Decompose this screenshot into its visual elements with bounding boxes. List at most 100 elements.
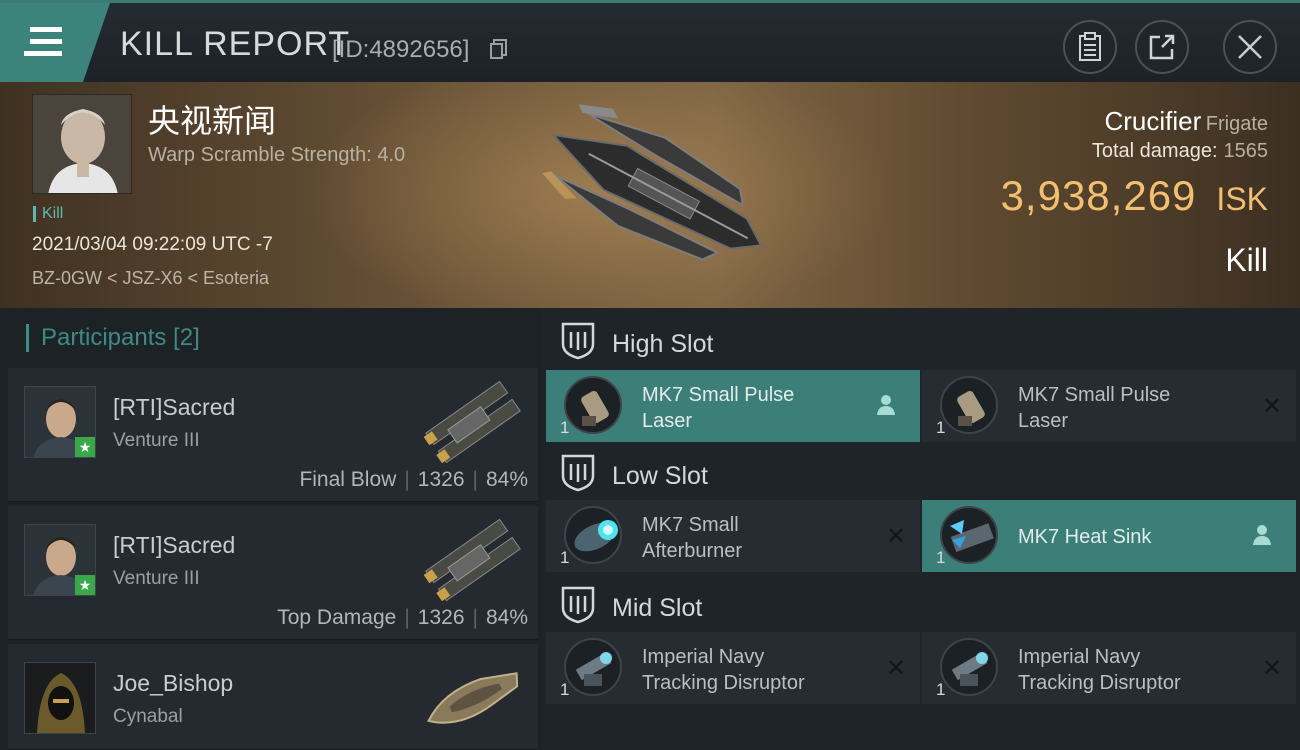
module-name: MK7 Small Pulse Laser [642,382,862,434]
fitting-panel: High Slot 1 MK7 Small Pulse Laser 1 MK7 … [542,308,1300,750]
module-item[interactable]: 1 MK7 Small Pulse Laser [546,370,920,442]
participant-row[interactable]: ★ [RTI]Sacred Venture III Final Blow | 132… [8,368,538,502]
module-quantity: 1 [560,548,570,567]
slot-icon [561,586,595,624]
heat-sink-icon [940,506,998,564]
low-slot-title: Low Slot [612,462,708,490]
participant-role: Top Damage [277,606,397,629]
module-name-line1: MK7 Small [642,514,739,536]
total-damage-value: 1565 [1223,140,1269,162]
afterburner-icon [564,506,622,564]
x-icon: ✕ [1261,655,1282,682]
module-item[interactable]: 1 MK7 Small Pulse Laser ✕ [922,370,1296,442]
close-icon [1238,35,1262,59]
participant-ship-image [427,672,519,724]
participant-percent: 84% [485,606,528,629]
avatar: ★ [24,386,96,458]
participant-stats: Final Blow | 1326 | 84% [299,468,528,491]
page-title: KILL REPORT [120,25,351,63]
participants-panel: Participants [2] ★ [RTI]Sacred Venture I… [0,308,542,750]
module-quantity: 1 [936,680,946,699]
module-quantity: 1 [936,418,946,437]
report-id: [ID:4892656] [332,36,470,63]
module-name: MK7 Small Afterburner [642,512,862,564]
person-icon [1253,525,1271,545]
menu-icon [24,27,62,56]
module-name: MK7 Small Pulse Laser [1018,382,1238,434]
participant-name: Joe_Bishop [113,670,234,696]
participant-ship: Venture III [113,430,200,451]
module-item[interactable]: 1 Imperial Navy Tracking Disruptor ✕ [922,632,1296,704]
participant-role: Final Blow [299,468,397,491]
victim-ship: Crucifier Frigate [1105,106,1269,137]
report-button[interactable] [1063,20,1117,74]
star-icon: ★ [75,437,95,457]
victim-ship-name: Crucifier [1104,106,1202,136]
share-button[interactable] [1135,20,1189,74]
mid-slot-title: Mid Slot [612,594,703,622]
clipboard-icon [1079,32,1101,61]
module-item[interactable]: 1 Imperial Navy Tracking Disruptor ✕ [546,632,920,704]
victim-portrait[interactable] [32,94,132,194]
victim-ship-image [542,104,763,261]
participant-ship: Venture III [113,568,200,589]
participants-title: Participants [2] [26,324,200,352]
participant-damage: 1326 [417,606,465,629]
avatar: ★ [24,524,96,596]
module-name-line2: Tracking Disruptor [642,672,805,694]
star-icon: ★ [75,575,95,595]
victim-name: 央视新闻 [148,103,277,139]
slot-icon [561,454,595,492]
laser-icon [564,376,622,434]
module-quantity: 1 [936,548,946,567]
kill-tag: Kill [33,206,63,222]
isk-unit: ISK [1216,181,1268,217]
module-name: MK7 Heat Sink [1018,524,1238,550]
tracking-disruptor-icon [564,638,622,696]
module-name-line2: Tracking Disruptor [1018,672,1181,694]
module-name-line2: Laser [1018,410,1069,432]
participant-ship-image [423,518,521,602]
module-name: Imperial Navy Tracking Disruptor [1018,644,1238,696]
total-damage: Total damage: 1565 [1092,140,1268,163]
module-quantity: 1 [560,418,570,437]
share-icon [1149,34,1175,60]
module-name: Imperial Navy Tracking Disruptor [642,644,862,696]
title-bar: KILL REPORT [ID:4892656] [0,0,1300,85]
participant-percent: 84% [485,468,528,491]
participant-row[interactable]: ★ [RTI]Sacred Venture III Top Damage | 132… [8,506,538,640]
victim-avatar-image [33,95,131,193]
total-damage-label: Total damage: [1091,140,1218,162]
module-name-line2: Laser [642,410,693,432]
copy-icon[interactable] [490,39,508,59]
kill-datetime: 2021/03/04 09:22:09 UTC -7 [32,234,273,255]
module-name-line1: MK7 Small Pulse [642,384,795,406]
participant-name: [RTI]Sacred [113,532,236,558]
module-item[interactable]: 1 MK7 Small Afterburner ✕ [546,500,920,572]
module-name-line2: Afterburner [642,540,743,562]
person-icon [877,395,895,415]
module-name-line1: MK7 Heat Sink [1018,526,1152,548]
participant-row[interactable]: Joe_Bishop Cynabal [8,644,538,750]
x-icon: ✕ [1261,393,1282,420]
module-item[interactable]: 1 MK7 Heat Sink [922,500,1296,572]
tracking-disruptor-icon [940,638,998,696]
participant-name: [RTI]Sacred [113,394,236,420]
menu-button[interactable] [0,3,110,85]
laser-icon [940,376,998,434]
victim-ship-class: Frigate [1205,113,1268,135]
isk-amount: 3,938,269 [1000,172,1197,219]
module-name-line1: Imperial Navy [1018,646,1141,668]
close-button[interactable] [1223,20,1277,74]
victim-summary: 央视新闻 Warp Scramble Strength: 4.0 Kill 20… [0,82,1300,308]
participant-ship-image [423,380,521,464]
participant-ship: Cynabal [113,706,183,727]
x-icon: ✕ [885,523,906,550]
slot-icon [561,322,595,360]
module-name-line1: Imperial Navy [642,646,765,668]
kill-location: BZ-0GW < JSZ-X6 < Esoteria [32,268,270,288]
isk-value: 3,938,269 ISK [1001,172,1268,220]
module-name-line1: MK7 Small Pulse [1018,384,1171,406]
participant-stats: Top Damage | 1326 | 84% [277,606,528,629]
high-slot-title: High Slot [612,330,714,358]
